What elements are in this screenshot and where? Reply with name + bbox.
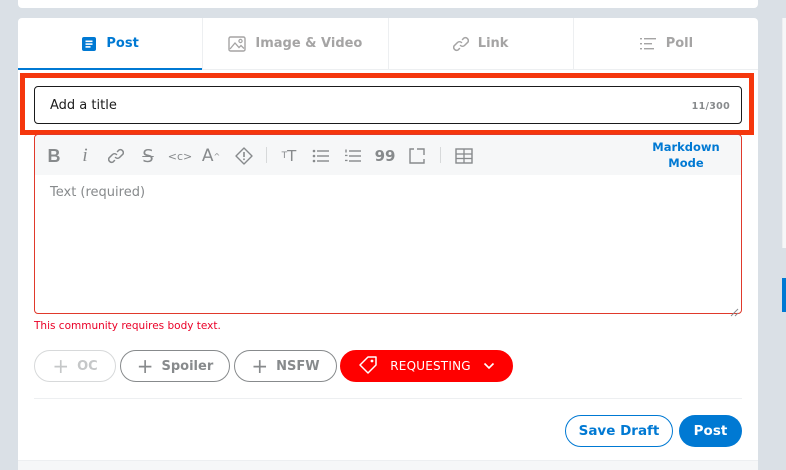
- toolbar-separator: [440, 147, 441, 163]
- flair-requesting-button[interactable]: REQUESTING: [340, 350, 513, 382]
- quote-block-icon[interactable]: 99: [374, 145, 396, 167]
- card-footer: [18, 460, 758, 470]
- nsfw-label: NSFW: [276, 358, 320, 374]
- title-placeholder: Add a title: [50, 98, 117, 113]
- create-post-card: Post Image & Video Link Poll Add a title…: [18, 18, 758, 470]
- tab-label: Poll: [665, 36, 694, 51]
- italic-icon[interactable]: i: [74, 145, 96, 167]
- rail-accent: [782, 278, 786, 312]
- resize-handle[interactable]: [730, 302, 739, 317]
- plus-icon: +: [136, 354, 154, 378]
- post-icon: [81, 36, 97, 52]
- title-char-counter: 11/300: [691, 101, 730, 112]
- nsfw-button[interactable]: + NSFW: [234, 350, 337, 382]
- divider: [34, 398, 742, 399]
- body-required-error: This community requires body text.: [34, 320, 221, 332]
- title-input[interactable]: Add a title 11/300: [34, 86, 742, 124]
- numbered-list-icon[interactable]: [342, 145, 364, 167]
- heading-icon[interactable]: TT: [278, 145, 300, 167]
- save-draft-button[interactable]: Save Draft: [565, 415, 673, 447]
- formatting-toolbar: B i S <c> A ^ TT 99 Markdown Mode: [35, 135, 741, 175]
- spoiler-label: Spoiler: [161, 358, 214, 374]
- tab-image-video[interactable]: Image & Video: [203, 18, 389, 69]
- code-block-icon[interactable]: [406, 145, 428, 167]
- previous-card: [18, 0, 758, 8]
- tag-icon: [358, 355, 378, 377]
- post-type-tabs: Post Image & Video Link Poll: [18, 18, 758, 70]
- superscript-icon[interactable]: A ^: [200, 145, 222, 167]
- bold-icon[interactable]: B: [43, 145, 65, 167]
- bulleted-list-icon[interactable]: [310, 145, 332, 167]
- spoiler-icon[interactable]: [233, 145, 255, 167]
- flair-label: REQUESTING: [390, 359, 471, 373]
- markdown-mode-button[interactable]: Markdown Mode: [651, 139, 721, 171]
- toolbar-separator: [266, 147, 267, 163]
- spoiler-button[interactable]: + Spoiler: [120, 350, 230, 382]
- plus-icon: +: [52, 354, 70, 378]
- tab-post[interactable]: Post: [18, 18, 204, 70]
- plus-icon: +: [251, 354, 269, 378]
- strikethrough-icon[interactable]: S: [137, 145, 159, 167]
- body-editor[interactable]: B i S <c> A ^ TT 99 Markdown Mode Text (…: [34, 134, 742, 317]
- post-button[interactable]: Post: [679, 415, 742, 447]
- table-icon[interactable]: [453, 145, 475, 167]
- oc-button[interactable]: + OC: [34, 350, 116, 382]
- oc-label: OC: [77, 358, 98, 374]
- flair-row: + OC + Spoiler + NSFW REQUESTING: [34, 350, 742, 382]
- link-icon: [452, 35, 469, 53]
- body-placeholder: Text (required): [50, 185, 146, 200]
- tab-link[interactable]: Link: [389, 18, 574, 69]
- inline-code-icon[interactable]: <c>: [168, 145, 192, 167]
- chevron-down-icon: [483, 359, 495, 373]
- poll-icon: [639, 36, 657, 52]
- tab-label: Image & Video: [255, 36, 363, 51]
- tab-label: Post: [106, 36, 139, 51]
- tab-label: Link: [477, 36, 509, 51]
- link-icon[interactable]: [105, 145, 127, 167]
- tab-poll[interactable]: Poll: [574, 18, 758, 69]
- image-icon: [228, 35, 247, 52]
- rail-panel: [782, 18, 786, 248]
- right-rail: [779, 0, 786, 470]
